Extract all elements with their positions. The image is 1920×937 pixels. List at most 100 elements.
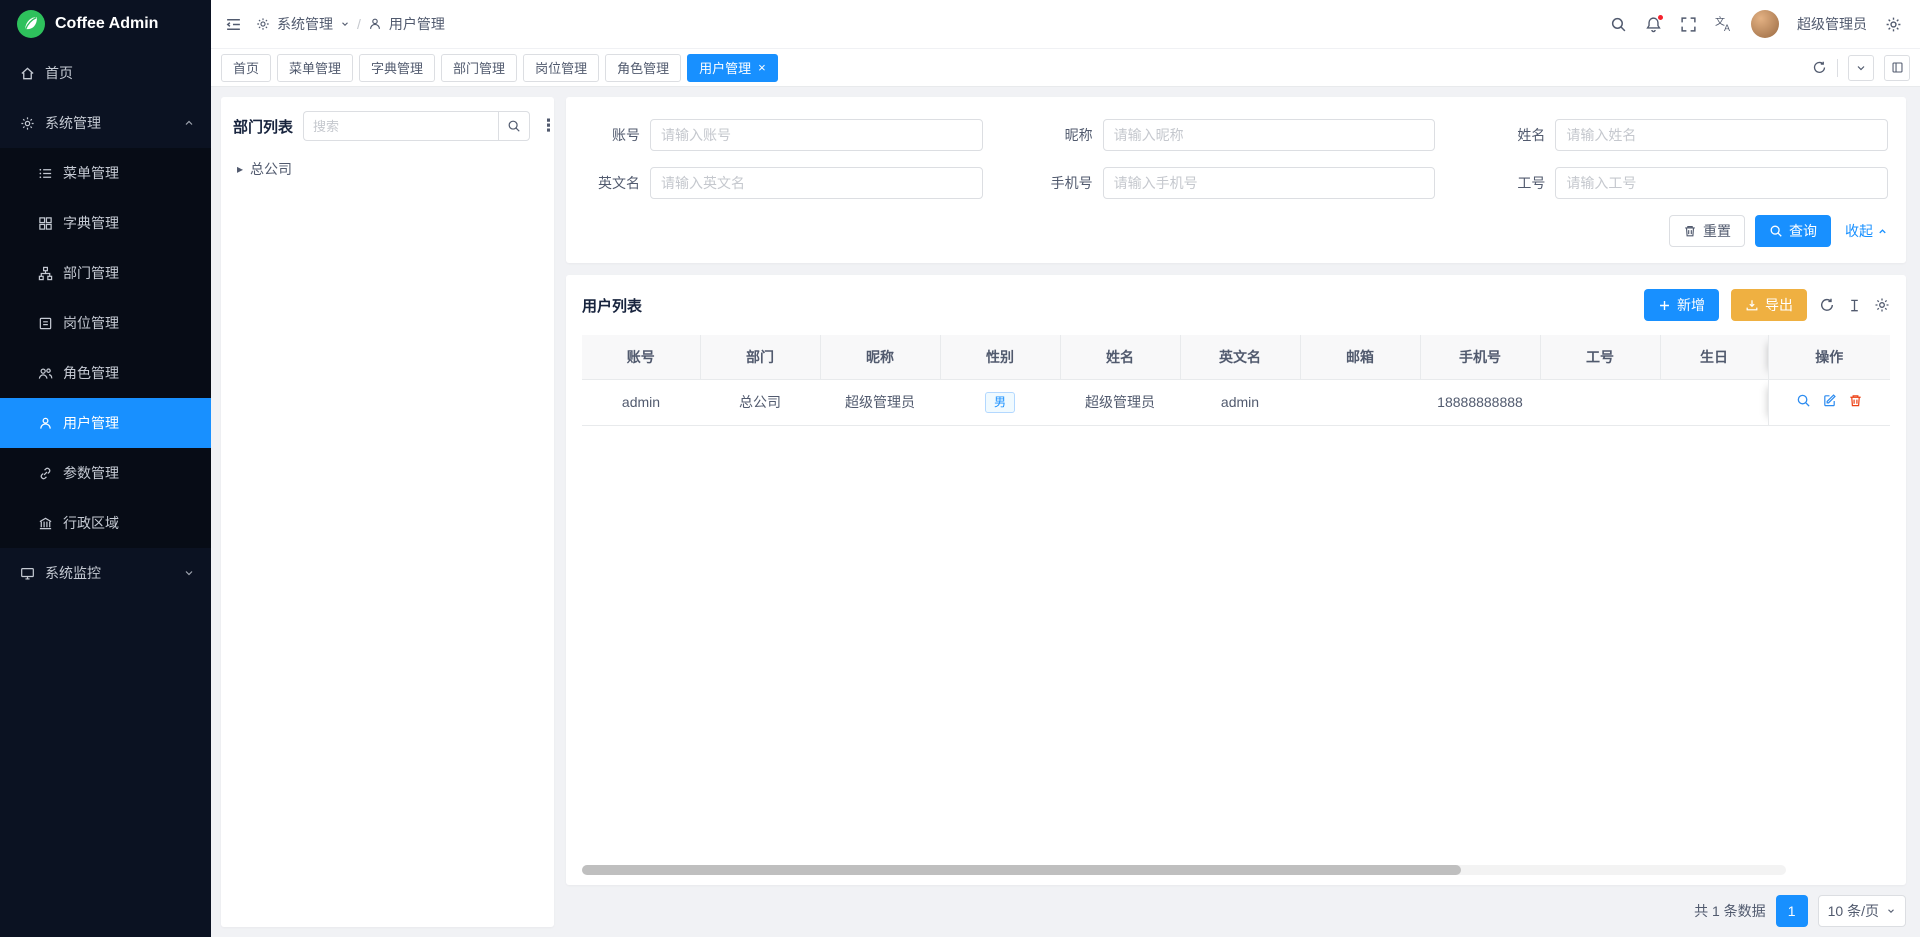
form-item-nickname: 昵称 (1037, 119, 1436, 151)
divider (1837, 59, 1838, 77)
tab-role-management[interactable]: 角色管理 (605, 54, 681, 82)
nickname-input[interactable] (1103, 119, 1436, 151)
scrollbar-thumb[interactable] (582, 865, 1461, 875)
job-no-input[interactable] (1555, 167, 1888, 199)
refresh-icon[interactable] (1819, 297, 1835, 313)
search-icon[interactable] (1610, 16, 1627, 33)
chevron-up-icon (1877, 226, 1888, 237)
tab-home[interactable]: 首页 (221, 54, 271, 82)
fullscreen-icon[interactable] (1680, 16, 1697, 33)
page-size-select[interactable]: 10 条/页 (1818, 895, 1906, 927)
cell-en-name: admin (1180, 379, 1300, 425)
view-row-icon[interactable] (1796, 393, 1811, 408)
home-icon (20, 66, 35, 81)
main-column: 账号 昵称 姓名 英文名 (566, 97, 1906, 927)
account-label: 账号 (584, 125, 640, 145)
column-settings-icon[interactable] (1847, 298, 1862, 313)
search-form-actions: 重置 查询 收起 (584, 215, 1888, 247)
users-icon (38, 366, 53, 381)
sidebar-item-dept-management[interactable]: 部门管理 (0, 248, 211, 298)
user-table-card: 用户列表 新增 (566, 275, 1906, 885)
sidebar-item-param-management[interactable]: 参数管理 (0, 448, 211, 498)
grid-icon (38, 216, 53, 231)
breadcrumb-separator: / (357, 16, 361, 32)
org-tree-icon (38, 266, 53, 281)
chevron-up-icon (183, 117, 195, 129)
account-input[interactable] (650, 119, 983, 151)
monitor-icon (20, 566, 35, 581)
form-item-phone: 手机号 (1037, 167, 1436, 199)
breadcrumb-item-system[interactable]: 系统管理 (277, 14, 333, 34)
department-search-input[interactable] (303, 111, 498, 141)
reset-button[interactable]: 重置 (1669, 215, 1745, 247)
name-input[interactable] (1555, 119, 1888, 151)
chevron-down-icon[interactable] (1848, 55, 1874, 81)
gear-icon (20, 116, 35, 131)
table-settings-gear-icon[interactable] (1874, 297, 1890, 313)
gear-icon (256, 17, 270, 31)
chevron-down-icon (340, 19, 350, 29)
department-search (303, 111, 530, 141)
bell-icon[interactable] (1645, 16, 1662, 33)
caret-right-icon[interactable]: ▸ (237, 162, 243, 176)
add-user-button[interactable]: 新增 (1644, 289, 1719, 321)
user-name[interactable]: 超级管理员 (1797, 14, 1867, 34)
sidebar-item-system-management[interactable]: 系统管理 (0, 98, 211, 148)
tab-menu-management[interactable]: 菜单管理 (277, 54, 353, 82)
sidebar-item-label: 部门管理 (63, 263, 119, 283)
phone-label: 手机号 (1037, 173, 1093, 193)
form-item-en-name: 英文名 (584, 167, 983, 199)
collapse-filters-link[interactable]: 收起 (1845, 221, 1888, 241)
sidebar-item-admin-region[interactable]: 行政区域 (0, 498, 211, 548)
topbar-actions: 文A 超级管理员 (1610, 10, 1902, 38)
query-button[interactable]: 查询 (1755, 215, 1831, 247)
settings-gear-icon[interactable] (1885, 16, 1902, 33)
chevron-down-icon (1886, 906, 1896, 916)
tab-dept-management[interactable]: 部门管理 (441, 54, 517, 82)
tree-item-head-office[interactable]: ▸ 总公司 (233, 155, 542, 183)
name-label: 姓名 (1489, 125, 1545, 145)
en-name-label: 英文名 (584, 173, 640, 193)
delete-row-icon[interactable] (1848, 393, 1863, 408)
sidebar-item-label: 角色管理 (63, 363, 119, 383)
system-management-submenu: 菜单管理 字典管理 部门管理 (0, 148, 211, 548)
sidebar-item-role-management[interactable]: 角色管理 (0, 348, 211, 398)
sidebar-item-label: 菜单管理 (63, 163, 119, 183)
collapse-sidebar-icon[interactable] (225, 16, 242, 33)
form-item-name: 姓名 (1489, 119, 1888, 151)
sidebar-item-system-monitor[interactable]: 系统监控 (0, 548, 211, 598)
breadcrumb-item-current: 用户管理 (389, 14, 445, 34)
en-name-input[interactable] (650, 167, 983, 199)
tab-dict-management[interactable]: 字典管理 (359, 54, 435, 82)
translate-icon[interactable]: 文A (1715, 15, 1733, 33)
department-search-button[interactable] (498, 111, 530, 141)
sidebar-item-label: 参数管理 (63, 463, 119, 483)
close-icon[interactable]: × (758, 61, 766, 74)
svg-text:A: A (1724, 23, 1730, 33)
sidebar-item-home[interactable]: 首页 (0, 48, 211, 98)
more-vertical-icon[interactable]: ⋮ (540, 116, 557, 136)
page-number-button[interactable]: 1 (1776, 895, 1808, 927)
tabbar: 首页 菜单管理 字典管理 部门管理 岗位管理 角色管理 用户管理 × (211, 48, 1920, 87)
sidebar-item-post-management[interactable]: 岗位管理 (0, 298, 211, 348)
download-icon (1745, 298, 1759, 312)
search-icon (507, 119, 521, 133)
sidebar-item-dict-management[interactable]: 字典管理 (0, 198, 211, 248)
tab-post-management[interactable]: 岗位管理 (523, 54, 599, 82)
cell-account: admin (582, 379, 700, 425)
sidebar-item-label: 行政区域 (63, 513, 119, 533)
refresh-icon[interactable] (1812, 60, 1827, 75)
layout-icon[interactable] (1884, 55, 1910, 81)
sidebar-item-label: 岗位管理 (63, 313, 119, 333)
phone-input[interactable] (1103, 167, 1436, 199)
avatar[interactable] (1751, 10, 1779, 38)
export-button[interactable]: 导出 (1731, 289, 1807, 321)
sidebar-item-menu-management[interactable]: 菜单管理 (0, 148, 211, 198)
sidebar-item-user-management[interactable]: 用户管理 (0, 398, 211, 448)
cell-email (1300, 379, 1420, 425)
column-header: 昵称 (820, 335, 940, 379)
cell-nickname: 超级管理员 (820, 379, 940, 425)
column-header: 手机号 (1420, 335, 1540, 379)
edit-row-icon[interactable] (1822, 393, 1837, 408)
tab-user-management[interactable]: 用户管理 × (687, 54, 778, 82)
